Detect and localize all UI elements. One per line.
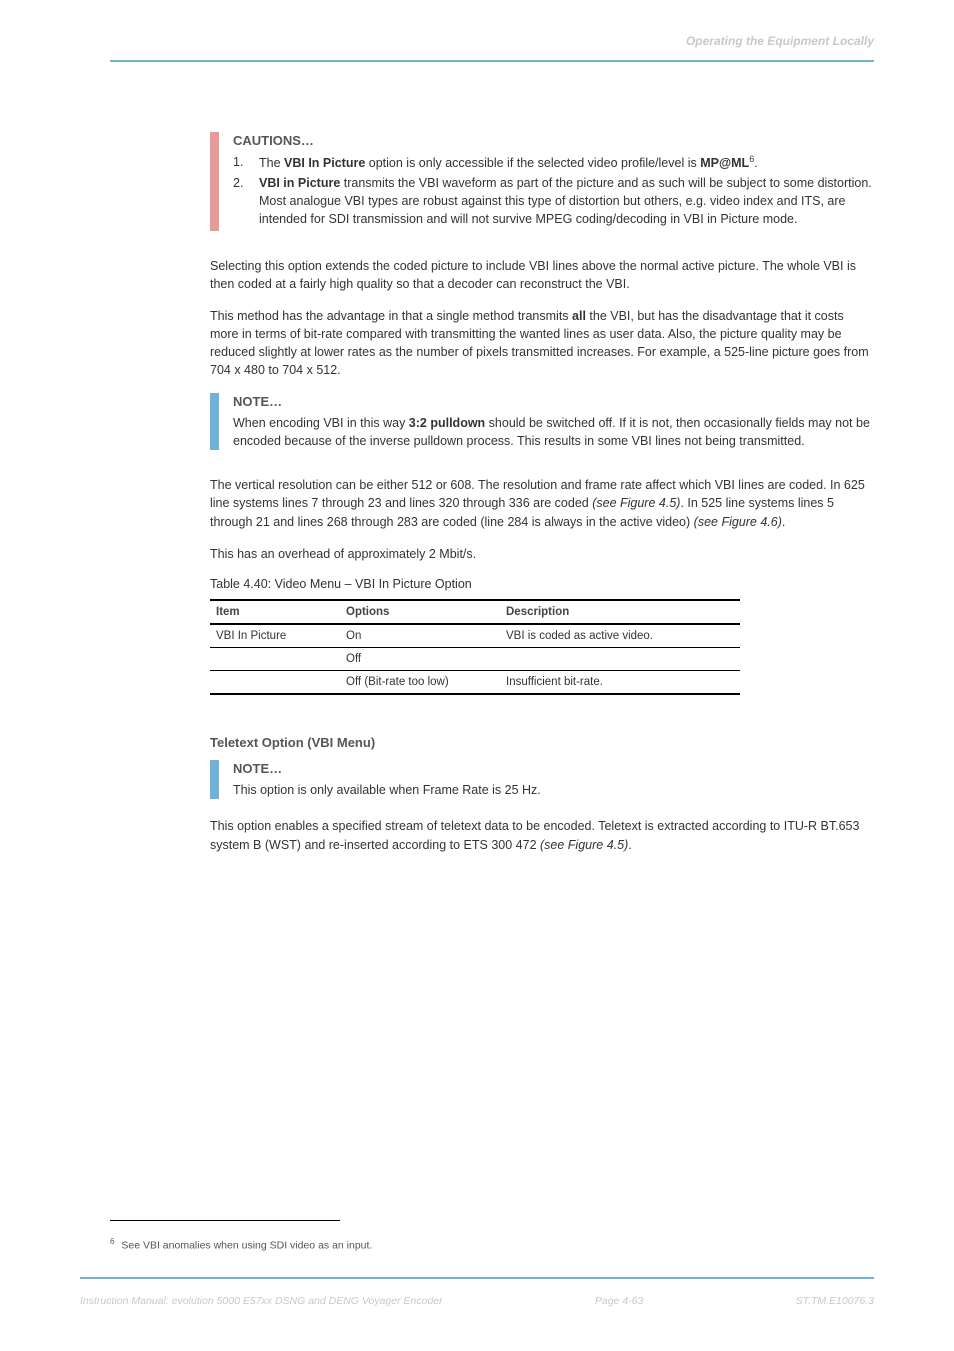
caution-stripe — [210, 132, 219, 231]
footer-right: ST.TM.E10076.3 — [796, 1295, 874, 1307]
caution-item-2: 2. VBI in Picture transmits the VBI wave… — [233, 174, 874, 228]
text: This option enables a specified stream o… — [210, 819, 859, 852]
text: transmits the VBI waveform as part of th… — [259, 176, 872, 226]
text: option is only accessible if the selecte… — [365, 156, 700, 170]
note-body: When encoding VBI in this way 3:2 pulldo… — [233, 414, 874, 450]
col-header: Description — [500, 600, 740, 624]
bottom-rule — [80, 1277, 874, 1279]
cell — [210, 670, 340, 694]
cell: Off — [340, 647, 500, 670]
cell: VBI is coded as active video. — [500, 624, 740, 648]
paragraph: The vertical resolution can be either 51… — [210, 476, 874, 530]
note-stripe — [210, 393, 219, 450]
italic-text: (see Figure 4.6) — [694, 515, 782, 529]
text: When encoding VBI in this way — [233, 416, 409, 430]
section-heading: Teletext Option (VBI Menu) — [210, 735, 874, 750]
bold-text: VBI In Picture — [284, 156, 365, 170]
bold-text: VBI in Picture — [259, 176, 340, 190]
list-number: 1. — [233, 153, 259, 172]
col-header: Options — [340, 600, 500, 624]
note-stripe — [210, 760, 219, 799]
text: This method has the advantage in that a … — [210, 309, 572, 323]
note-callout: NOTE… When encoding VBI in this way 3:2 … — [210, 393, 874, 450]
note-callout: NOTE… This option is only available when… — [210, 760, 874, 799]
cautions-title: CAUTIONS… — [233, 132, 874, 151]
italic-text: (see Figure 4.5) — [540, 838, 628, 852]
note-title: NOTE… — [233, 393, 874, 412]
cell: Off (Bit-rate too low) — [340, 670, 500, 694]
bold-text: MP@ML — [700, 156, 749, 170]
col-header: Item — [210, 600, 340, 624]
cell: On — [340, 624, 500, 648]
paragraph: This has an overhead of approximately 2 … — [210, 545, 874, 563]
cell: Insufficient bit-rate. — [500, 670, 740, 694]
options-table: Item Options Description VBI In Picture … — [210, 599, 740, 695]
footnote-number: 6 — [110, 1237, 114, 1246]
cell: VBI In Picture — [210, 624, 340, 648]
table-header-row: Item Options Description — [210, 600, 740, 624]
footnote-separator — [110, 1220, 340, 1221]
footer-center: Page 4-63 — [595, 1295, 643, 1307]
table-caption: Table 4.40: Video Menu – VBI In Picture … — [210, 577, 874, 591]
bold-text: all — [572, 309, 586, 323]
footnote-text: See VBI anomalies when using SDI video a… — [118, 1239, 372, 1251]
cell — [500, 647, 740, 670]
cell — [210, 647, 340, 670]
top-rule — [110, 60, 874, 62]
table-row: VBI In Picture On VBI is coded as active… — [210, 624, 740, 648]
table-row: Off (Bit-rate too low) Insufficient bit-… — [210, 670, 740, 694]
paragraph: This method has the advantage in that a … — [210, 307, 874, 380]
paragraph: Selecting this option extends the coded … — [210, 257, 874, 293]
text: The — [259, 156, 284, 170]
cautions-callout: CAUTIONS… 1. The VBI In Picture option i… — [210, 132, 874, 231]
footer-left: Instruction Manual: evolution 5000 E57xx… — [80, 1295, 443, 1307]
list-number: 2. — [233, 174, 259, 228]
note-body: This option is only available when Frame… — [233, 781, 541, 799]
bold-text: 3:2 pulldown — [409, 416, 485, 430]
text: . — [754, 156, 757, 170]
header-right: Operating the Equipment Locally — [686, 34, 874, 48]
text: . — [628, 838, 631, 852]
footer: Instruction Manual: evolution 5000 E57xx… — [80, 1295, 874, 1307]
table-row: Off — [210, 647, 740, 670]
text: . — [782, 515, 785, 529]
italic-text: (see Figure 4.5) — [592, 496, 680, 510]
note-title: NOTE… — [233, 760, 541, 779]
footnote: 6 See VBI anomalies when using SDI video… — [110, 1237, 372, 1252]
caution-item-1: 1. The VBI In Picture option is only acc… — [233, 153, 874, 172]
paragraph: This option enables a specified stream o… — [210, 817, 874, 855]
